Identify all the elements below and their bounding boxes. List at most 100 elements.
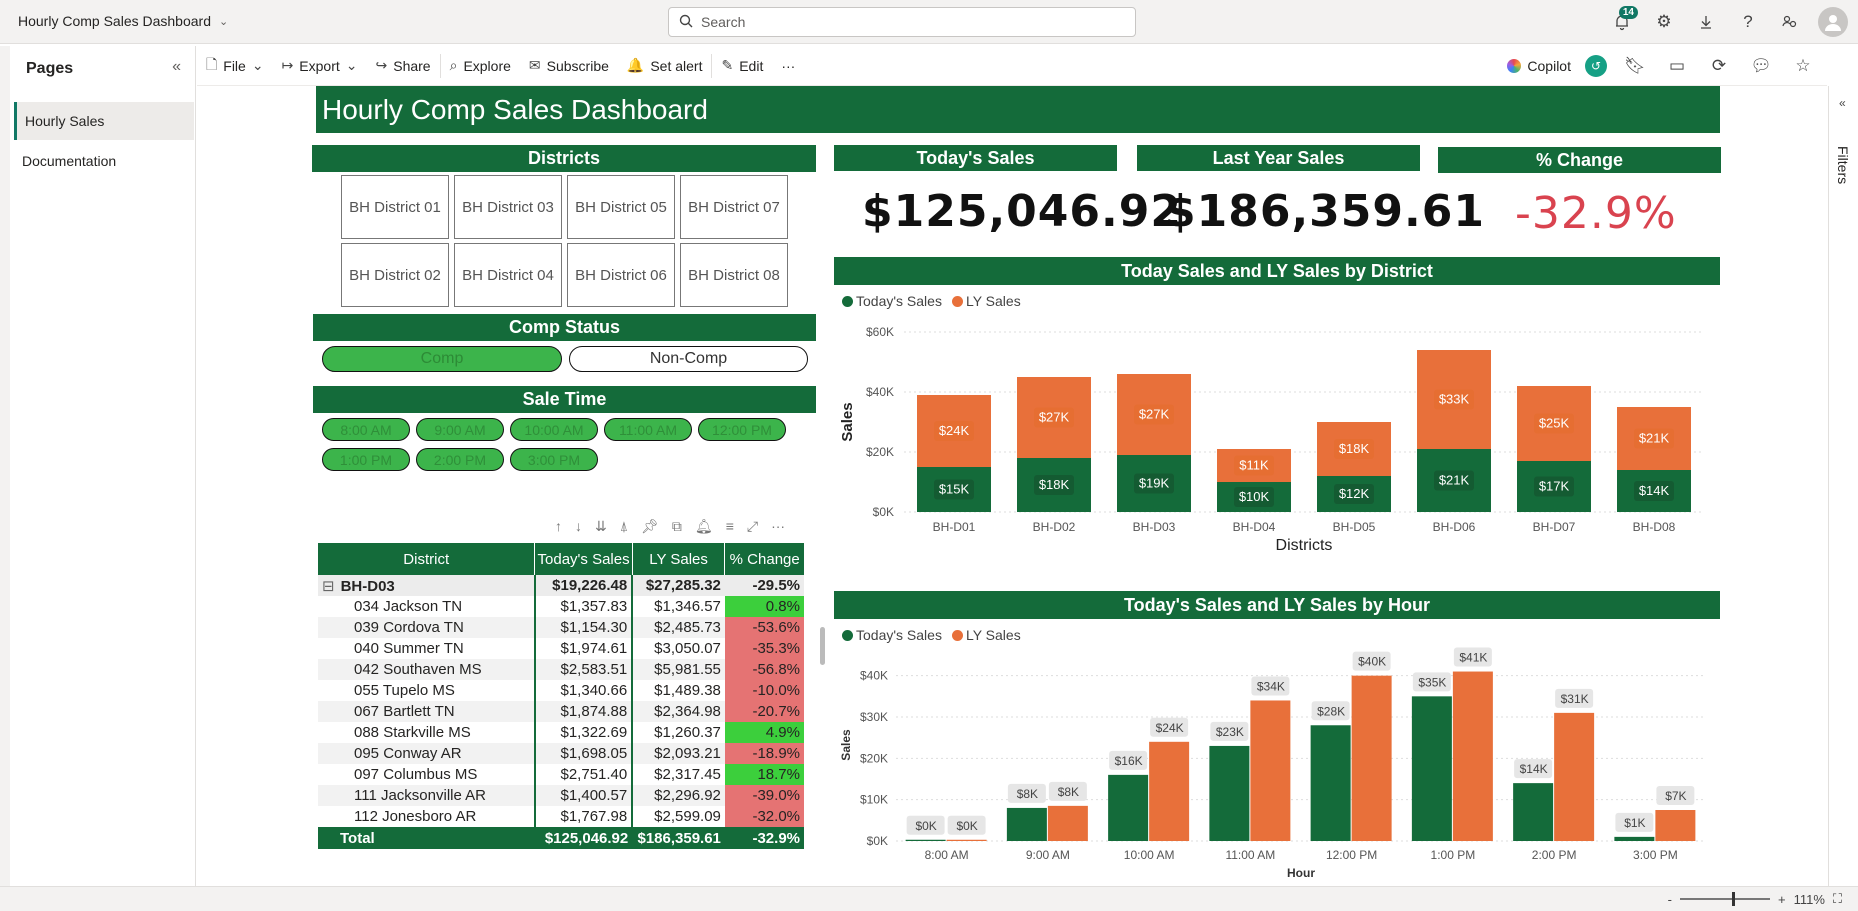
table-row[interactable]: 034 Jackson TN $1,357.83 $1,346.57 0.8% bbox=[318, 596, 804, 617]
gear-icon[interactable]: ⚙ bbox=[1650, 6, 1678, 38]
bell-icon[interactable]: 14 bbox=[1608, 6, 1638, 38]
sale-time-option[interactable]: 8:00 AM bbox=[322, 418, 410, 441]
comment-icon[interactable]: 💬︎ bbox=[1747, 50, 1775, 82]
bar-ly[interactable] bbox=[1452, 671, 1493, 841]
zoom-in-button[interactable]: + bbox=[1778, 892, 1786, 907]
filters-pane[interactable]: « Filters bbox=[1828, 86, 1858, 886]
table-row[interactable]: 039 Cordova TN $1,154.30 $2,485.73 -53.6% bbox=[318, 617, 804, 638]
app-title-dropdown[interactable]: Hourly Comp Sales Dashboard ⌄ bbox=[18, 13, 228, 29]
bar-today[interactable] bbox=[1513, 783, 1554, 841]
copy-icon[interactable]: ⧉ bbox=[672, 518, 682, 535]
explore-button[interactable]: ⌕ Explore bbox=[441, 46, 520, 86]
collapse-panel-icon[interactable]: « bbox=[172, 58, 181, 76]
help-icon[interactable]: ? bbox=[1734, 6, 1762, 38]
filter-icon[interactable]: ≡ bbox=[726, 518, 734, 535]
export-menu[interactable]: ↦ Export ⌄ bbox=[273, 46, 367, 86]
sale-time-option[interactable]: 12:00 PM bbox=[698, 418, 786, 441]
sale-time-option[interactable]: 11:00 AM bbox=[604, 418, 692, 441]
district-button[interactable]: BH District 05 bbox=[567, 175, 675, 239]
bar-ly[interactable] bbox=[1554, 712, 1595, 841]
share-people-icon[interactable] bbox=[1776, 6, 1804, 38]
bar-ly[interactable] bbox=[1351, 675, 1392, 841]
page-item-documentation[interactable]: Documentation bbox=[14, 142, 194, 180]
district-button[interactable]: BH District 06 bbox=[567, 243, 675, 307]
table-row[interactable]: 042 Southaven MS $2,583.51 $5,981.55 -56.8% bbox=[318, 659, 804, 680]
refresh-icon[interactable]: ⟳ bbox=[1705, 50, 1733, 82]
bar-today[interactable] bbox=[1209, 745, 1250, 841]
table-scrollbar[interactable] bbox=[820, 627, 825, 665]
table-row[interactable]: 097 Columbus MS $2,751.40 $2,317.45 18.7% bbox=[318, 764, 804, 785]
more-options-icon[interactable]: ··· bbox=[771, 518, 785, 535]
bookmark-icon[interactable]: 🔖︎ bbox=[1621, 50, 1649, 82]
column-header-ly[interactable]: LY Sales bbox=[632, 543, 726, 575]
avatar[interactable] bbox=[1818, 7, 1848, 37]
subscribe-button[interactable]: ✉ Subscribe bbox=[520, 46, 618, 86]
table-row[interactable]: 055 Tupelo MS $1,340.66 $1,489.38 -10.0% bbox=[318, 680, 804, 701]
expand-filters-icon[interactable]: « bbox=[1839, 96, 1846, 110]
file-menu[interactable]: 🗋 File ⌄ bbox=[197, 46, 273, 86]
zoom-slider[interactable] bbox=[1679, 892, 1770, 906]
bar-today[interactable] bbox=[1411, 696, 1452, 841]
district-button[interactable]: BH District 01 bbox=[341, 175, 449, 239]
drill-up-icon[interactable]: ↑ bbox=[555, 518, 562, 535]
column-header-pct[interactable]: % Change bbox=[724, 543, 804, 575]
legend-item[interactable]: LY Sales bbox=[951, 627, 1021, 643]
page-item-hourly-sales[interactable]: Hourly Sales bbox=[14, 102, 194, 140]
more-options-button[interactable]: ··· bbox=[772, 46, 804, 86]
zoom-slider-thumb[interactable] bbox=[1731, 892, 1735, 906]
district-button[interactable]: BH District 08 bbox=[680, 243, 788, 307]
sale-time-option[interactable]: 10:00 AM bbox=[510, 418, 598, 441]
legend-item[interactable]: Today's Sales bbox=[842, 627, 942, 643]
table-row[interactable]: 088 Starkville MS $1,322.69 $1,260.37 4.9% bbox=[318, 722, 804, 743]
bar-ly[interactable] bbox=[1250, 700, 1291, 841]
non-comp-toggle[interactable]: Non-Comp bbox=[569, 346, 808, 372]
table-row[interactable]: 112 Jonesboro AR $1,767.98 $2,599.09 -32.0% bbox=[318, 806, 804, 827]
district-button[interactable]: BH District 07 bbox=[680, 175, 788, 239]
bar-today[interactable] bbox=[1614, 836, 1655, 841]
edit-button[interactable]: ✎ Edit bbox=[712, 46, 772, 86]
district-button[interactable]: BH District 04 bbox=[454, 243, 562, 307]
bar-ly[interactable] bbox=[1149, 741, 1190, 841]
view-icon[interactable]: ▭ bbox=[1663, 50, 1691, 82]
table-row[interactable]: 040 Summer TN $1,974.61 $3,050.07 -35.3% bbox=[318, 638, 804, 659]
sale-time-option[interactable]: 2:00 PM bbox=[416, 448, 504, 471]
sale-time-option[interactable]: 9:00 AM bbox=[416, 418, 504, 441]
table-row[interactable]: 111 Jacksonville AR $1,400.57 $2,296.92 -39… bbox=[318, 785, 804, 806]
set-alert-button[interactable]: 🔔 Set alert bbox=[618, 46, 712, 86]
expand-all-icon[interactable]: ⇊ bbox=[595, 518, 607, 535]
alert-icon[interactable]: 🔔︎ bbox=[695, 518, 713, 535]
search-input[interactable]: Search bbox=[668, 7, 1136, 37]
column-header-today[interactable]: Today's Sales bbox=[534, 543, 633, 575]
pin-icon[interactable]: 📌︎ bbox=[641, 518, 659, 535]
bar-today[interactable] bbox=[905, 839, 946, 841]
sale-time-option[interactable]: 3:00 PM bbox=[510, 448, 598, 471]
hierarchy-icon[interactable]: ⍋ bbox=[620, 518, 628, 535]
bar-today[interactable] bbox=[1108, 774, 1149, 841]
legend-item[interactable]: Today's Sales bbox=[842, 293, 942, 309]
bar-ly[interactable] bbox=[1655, 810, 1696, 841]
copilot-button[interactable]: Copilot bbox=[1507, 46, 1571, 86]
share-button[interactable]: ↪ Share bbox=[367, 46, 440, 86]
today-sales: $1,974.61 bbox=[534, 638, 634, 659]
zoom-out-button[interactable]: - bbox=[1668, 892, 1672, 907]
bar-today[interactable] bbox=[1310, 725, 1351, 841]
bar-ly[interactable] bbox=[1047, 805, 1088, 841]
table-row[interactable]: 067 Bartlett TN $1,874.88 $2,364.98 -20.7% bbox=[318, 701, 804, 722]
district-button[interactable]: BH District 03 bbox=[454, 175, 562, 239]
group-row[interactable]: ⊟ BH-D03 $19,226.48 $27,285.32 -29.5% bbox=[318, 575, 804, 596]
favorite-icon[interactable]: ☆ bbox=[1789, 50, 1817, 82]
drill-down-icon[interactable]: ↓ bbox=[575, 518, 582, 535]
download-icon[interactable] bbox=[1692, 6, 1720, 38]
district-button[interactable]: BH District 02 bbox=[341, 243, 449, 307]
bar-ly[interactable] bbox=[946, 839, 987, 841]
legend-item[interactable]: LY Sales bbox=[951, 293, 1021, 309]
comp-toggle[interactable]: Comp bbox=[322, 346, 562, 372]
fit-page-icon[interactable]: ⛶ bbox=[1833, 891, 1842, 907]
sale-time-option[interactable]: 1:00 PM bbox=[322, 448, 410, 471]
collapse-icon[interactable]: ⊟ bbox=[322, 578, 335, 595]
column-header-district[interactable]: District bbox=[318, 543, 536, 575]
table-row[interactable]: 095 Conway AR $1,698.05 $2,093.21 -18.9% bbox=[318, 743, 804, 764]
bar-today[interactable] bbox=[1006, 807, 1047, 841]
reset-icon[interactable]: ↺ bbox=[1585, 55, 1607, 77]
focus-mode-icon[interactable]: ⤢ bbox=[747, 518, 758, 535]
